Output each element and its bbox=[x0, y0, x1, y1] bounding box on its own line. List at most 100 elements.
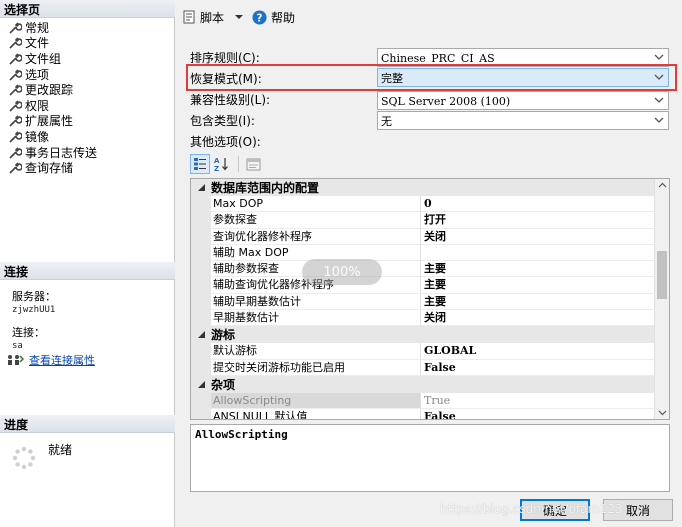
property-row[interactable]: 参数探查 打开 bbox=[191, 212, 655, 229]
view-connection-properties-link[interactable]: 查看连接属性 bbox=[29, 352, 95, 368]
property-name: 查询优化器修补程序 bbox=[211, 228, 421, 245]
property-grid-content: 数据库范围内的配置 Max DOP 0 参数探查 打开 查询优化器修补程序 关闭 辅助… bbox=[191, 179, 655, 419]
property-name: 提交时关闭游标功能已启用 bbox=[211, 359, 421, 376]
page-nav: 常规 文件 文件组 选项 更改跟踪 权限 扩展属性 镜像 事务日志传送 查询存储 bbox=[0, 20, 175, 176]
script-button[interactable]: 脚本 bbox=[182, 9, 246, 26]
help-label: 帮助 bbox=[271, 10, 296, 25]
property-row[interactable]: 查询优化器修补程序 关闭 bbox=[191, 228, 655, 245]
collation-value: Chinese_PRC_CI_AS bbox=[381, 51, 495, 65]
property-row[interactable]: Max DOP 0 bbox=[191, 196, 655, 213]
nav-item-label: 扩展属性 bbox=[25, 114, 74, 129]
wrench-icon bbox=[9, 115, 22, 127]
property-name: 参数探查 bbox=[211, 212, 421, 229]
chevron-down-icon[interactable] bbox=[658, 410, 667, 416]
chevron-down-icon bbox=[235, 15, 244, 19]
chevron-down-icon bbox=[654, 117, 664, 123]
compatibility-dropdown[interactable]: SQL Server 2008 (100) bbox=[377, 91, 669, 110]
category-label: 数据库范围内的配置 bbox=[211, 181, 320, 195]
property-pages-button[interactable] bbox=[243, 154, 263, 174]
progress-spinner-icon bbox=[12, 446, 36, 470]
category-label: 杂项 bbox=[211, 377, 236, 392]
connection-header: 连接 bbox=[0, 262, 175, 280]
containment-dropdown[interactable]: 无 bbox=[377, 111, 669, 130]
nav-item-options[interactable]: 选项 bbox=[0, 67, 175, 83]
property-name: Max DOP bbox=[211, 196, 421, 213]
progress-header: 进度 bbox=[0, 415, 175, 433]
toolbar: 脚本 ? 帮助 bbox=[176, 0, 682, 34]
property-pages-icon bbox=[246, 158, 260, 170]
left-pane: 选择页 常规 文件 文件组 选项 更改跟踪 权限 扩展属性 镜像 事务日志传送 … bbox=[0, 0, 175, 527]
nav-item-query-store[interactable]: 查询存储 bbox=[0, 160, 175, 176]
nav-item-extended-properties[interactable]: 扩展属性 bbox=[0, 114, 175, 130]
property-description: AllowScripting bbox=[190, 424, 670, 492]
nav-item-filegroups[interactable]: 文件组 bbox=[0, 51, 175, 67]
categorized-button[interactable] bbox=[190, 154, 210, 174]
property-name: 早期基数估计 bbox=[211, 310, 421, 327]
collapse-icon bbox=[197, 184, 205, 191]
property-value: 关闭 bbox=[421, 310, 655, 327]
property-row[interactable]: 早期基数估计 关闭 bbox=[191, 310, 655, 327]
chevron-up-icon[interactable] bbox=[658, 182, 667, 188]
property-value: GLOBAL bbox=[421, 343, 655, 360]
nav-item-general[interactable]: 常规 bbox=[0, 20, 175, 36]
nav-item-label: 查询存储 bbox=[25, 161, 74, 176]
property-value bbox=[421, 245, 655, 262]
scrollbar-thumb[interactable] bbox=[657, 251, 667, 299]
categorized-icon bbox=[194, 158, 206, 170]
nav-item-label: 文件组 bbox=[25, 51, 62, 66]
help-button[interactable]: ? 帮助 bbox=[252, 9, 295, 26]
wrench-icon bbox=[9, 22, 22, 34]
script-icon bbox=[183, 10, 195, 24]
category-db-scoped-config[interactable]: 数据库范围内的配置 bbox=[191, 179, 655, 196]
other-options-label: 其他选项(O): bbox=[190, 134, 261, 149]
property-row[interactable]: 辅助 Max DOP bbox=[191, 244, 655, 262]
property-value: True bbox=[421, 393, 655, 410]
nav-item-permissions[interactable]: 权限 bbox=[0, 98, 175, 114]
property-value: False bbox=[421, 360, 655, 376]
view-connection-properties: 查看连接属性 bbox=[6, 352, 95, 368]
category-misc[interactable]: 杂项 bbox=[191, 375, 655, 393]
nav-item-label: 更改跟踪 bbox=[25, 83, 74, 98]
nav-item-change-tracking[interactable]: 更改跟踪 bbox=[0, 82, 175, 98]
chevron-down-icon bbox=[654, 97, 664, 103]
nav-item-files[interactable]: 文件 bbox=[0, 36, 175, 52]
wrench-icon bbox=[9, 53, 22, 65]
nav-item-label: 文件 bbox=[25, 36, 50, 51]
highlight-annotation-box bbox=[186, 64, 677, 91]
nav-item-label: 选项 bbox=[25, 67, 50, 82]
wrench-icon bbox=[9, 162, 22, 174]
property-row[interactable]: 提交时关闭游标功能已启用 False bbox=[191, 359, 655, 376]
property-grid[interactable]: 数据库范围内的配置 Max DOP 0 参数探查 打开 查询优化器修补程序 关闭 辅助… bbox=[190, 178, 670, 420]
ok-button[interactable]: 确定 bbox=[520, 499, 590, 521]
containment-value: 无 bbox=[381, 115, 392, 128]
wrench-icon bbox=[9, 146, 22, 159]
conn-value: sa bbox=[12, 341, 23, 351]
nav-item-label: 常规 bbox=[25, 20, 50, 35]
wrench-icon bbox=[9, 100, 22, 112]
property-value: 主要 bbox=[421, 294, 655, 311]
cancel-button[interactable]: 取消 bbox=[603, 499, 673, 521]
property-row[interactable]: 辅助早期基数估计 主要 bbox=[191, 293, 655, 311]
nav-item-mirroring[interactable]: 镜像 bbox=[0, 129, 175, 145]
wrench-icon bbox=[9, 131, 22, 143]
compat-value: SQL Server 2008 (100) bbox=[381, 94, 511, 108]
property-grid-scrollbar[interactable] bbox=[654, 179, 669, 419]
property-row-selected[interactable]: AllowScripting True bbox=[191, 392, 655, 410]
zoom-level-badge: 100% bbox=[302, 259, 382, 285]
property-row[interactable]: 辅助查询优化器修补程序 主要 bbox=[191, 277, 655, 294]
property-name: ANSI NULL 默认值 bbox=[211, 409, 421, 419]
compat-label: 兼容性级别(L): bbox=[190, 92, 271, 107]
category-cursor[interactable]: 游标 bbox=[191, 326, 655, 344]
alphabetical-button[interactable]: A Z bbox=[212, 154, 232, 174]
nav-item-log-shipping[interactable]: 事务日志传送 bbox=[0, 145, 175, 161]
containment-label: 包含类型(I): bbox=[190, 113, 255, 128]
property-row[interactable]: 辅助参数探查 主要 bbox=[191, 261, 655, 278]
collapse-icon bbox=[197, 331, 205, 339]
toolbar-divider bbox=[238, 156, 239, 172]
property-row[interactable]: ANSI NULL 默认值 False bbox=[191, 409, 655, 419]
wrench-icon bbox=[9, 37, 22, 49]
progress-status: 就绪 bbox=[48, 443, 73, 457]
property-value: 主要 bbox=[421, 261, 655, 278]
property-row[interactable]: 默认游标 GLOBAL bbox=[191, 343, 655, 360]
wrench-icon bbox=[9, 84, 22, 96]
